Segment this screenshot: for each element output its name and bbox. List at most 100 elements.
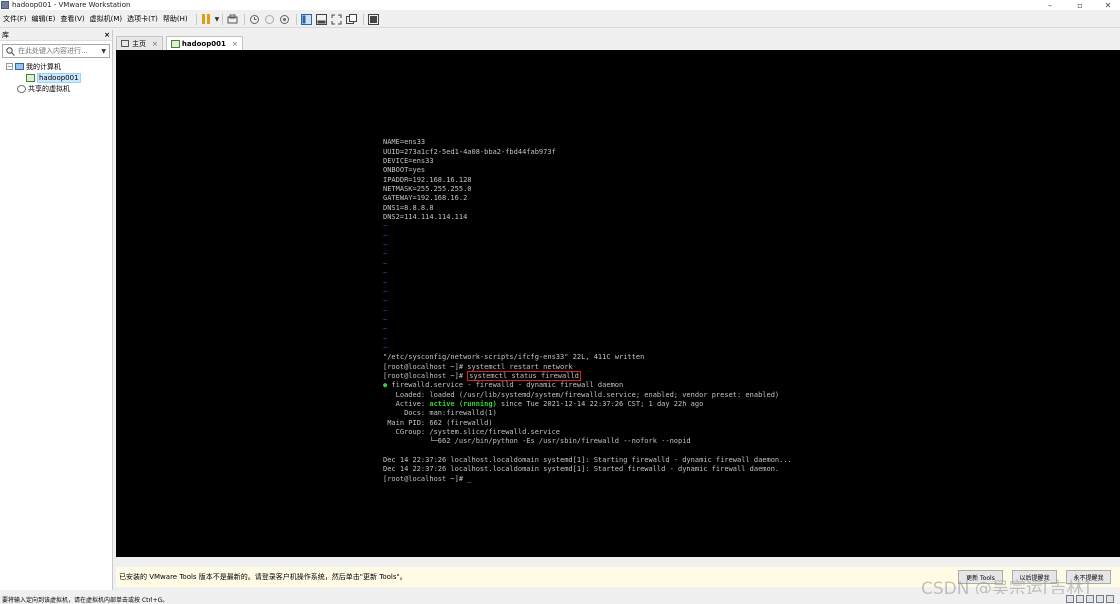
vim-tilde-line: ~ (383, 315, 388, 324)
status-bar: 要将输入定向到该虚拟机，请在虚拟机内部单击或按 Ctrl+G。 (0, 594, 1120, 604)
unity-button[interactable] (345, 13, 358, 26)
library-search-input[interactable] (18, 47, 96, 55)
menu-edit[interactable]: 编辑(E) (32, 14, 56, 24)
vim-tilde-line: ~ (383, 334, 388, 343)
config-line: NETMASK=255.255.255.0 (383, 185, 472, 194)
active-prefix: Active: (383, 399, 430, 408)
vim-tilde-line: ~ (383, 325, 388, 334)
tree-label-shared-vms: 共享的虚拟机 (28, 84, 70, 93)
vim-tilde-line: ~ (383, 297, 388, 306)
pause-icon (202, 14, 211, 24)
thumbnail-view-button[interactable] (315, 13, 328, 26)
toolbar-separator (222, 13, 224, 25)
tab-hadoop001[interactable]: hadoop001 × (165, 36, 243, 50)
vim-tilde-line: ~ (383, 259, 388, 268)
library-view-button[interactable] (300, 13, 313, 26)
log-line: Dec 14 22:37:26 localhost.localdomain sy… (383, 456, 792, 465)
toolbar-separator (296, 13, 298, 25)
file-written-line: "/etc/sysconfig/network-scripts/ifcfg-en… (383, 353, 645, 362)
vim-tilde-line: ~ (383, 231, 388, 240)
vim-tilde-line: ~ (383, 306, 388, 315)
pause-button[interactable] (200, 13, 213, 26)
pause-dropdown-chevron-icon[interactable]: ▼ (215, 16, 220, 23)
final-prompt: [root@localhost ~]# _ (383, 474, 472, 483)
loaded-line: Loaded: loaded (/usr/lib/systemd/system/… (383, 390, 780, 399)
config-line: DEVICE=ens33 (383, 157, 434, 166)
config-line: ONBOOT=yes (383, 166, 426, 175)
vmware-logo-icon (1, 1, 9, 9)
console-view-icon (368, 13, 380, 25)
shared-vm-icon (17, 84, 26, 93)
tab-home-close-icon[interactable]: × (152, 40, 158, 48)
window-title: hadoop001 - VMware Workstation (12, 1, 131, 9)
notification-icon[interactable] (1106, 595, 1114, 603)
config-line: GATEWAY=192.168.16.2 (383, 194, 468, 203)
menu-vm[interactable]: 虚拟机(M) (90, 14, 123, 24)
menu-view[interactable]: 查看(V) (60, 14, 84, 24)
snapshot-button[interactable] (248, 13, 261, 26)
highlighted-command: systemctl status firewalld (467, 370, 581, 381)
network-adapter-icon[interactable] (1086, 595, 1094, 603)
library-close-button[interactable]: × (104, 31, 110, 39)
unity-icon (346, 13, 358, 24)
tree-label-hadoop001: hadoop001 (37, 72, 81, 83)
cd-drive-icon[interactable] (1076, 595, 1084, 603)
search-icon (6, 46, 15, 56)
send-ctrl-alt-del-icon (227, 14, 238, 23)
vim-tilde-line: ~ (383, 250, 388, 259)
library-title: 库 (2, 31, 9, 39)
cgroup-child-line: └─662 /usr/bin/python -Es /usr/sbin/fire… (383, 437, 691, 446)
main-pid-line: Main PID: 662 (firewalld) (383, 418, 493, 427)
vim-tilde-line: ~ (383, 287, 388, 296)
tree-node-hadoop001[interactable]: hadoop001 (0, 72, 112, 83)
thumbnail-view-icon (316, 13, 328, 25)
shell-prompt: [root@localhost ~]# (383, 371, 468, 380)
active-suffix: since Tue 2021-12-14 22:37:26 CST; 1 day… (496, 399, 704, 408)
console-view-button[interactable] (367, 13, 380, 26)
menu-bar: 文件(F) 编辑(E) 查看(V) 虚拟机(M) 选项卡(T) 帮助(H) ▼ (0, 11, 1120, 28)
config-line: DNS1=8.8.8.8 (383, 203, 434, 212)
cgroup-line: CGroup: /system.slice/firewalld.service (383, 428, 561, 436)
tree-label-my-computer: 我的计算机 (26, 62, 61, 71)
vim-tilde-line: ~ (383, 269, 388, 278)
toolbar-separator (363, 13, 365, 25)
tab-strip: 主页 × hadoop001 × (116, 35, 246, 50)
vim-tilde-line: ~ (383, 222, 388, 231)
notification-text: 已安装的 VMware Tools 版本不是最新的。请登录客户机操作系统，然后单… (119, 573, 407, 581)
computer-icon (15, 63, 24, 70)
title-bar: hadoop001 - VMware Workstation – ▫ ✕ (0, 0, 1120, 10)
revert-snapshot-button[interactable] (263, 13, 276, 26)
tab-home[interactable]: 主页 × (116, 36, 163, 50)
snapshot-manager-icon (280, 14, 290, 24)
vmware-window: hadoop001 - VMware Workstation – ▫ ✕ 文件(… (0, 0, 1120, 604)
minimize-button[interactable]: – (1038, 0, 1062, 10)
tree-node-shared-vms[interactable]: 共享的虚拟机 (0, 83, 112, 94)
send-ctrl-alt-del-button[interactable] (226, 13, 239, 26)
library-search-box[interactable]: ▼ (2, 44, 110, 58)
fullscreen-button[interactable] (330, 13, 343, 26)
display-icon[interactable] (1096, 595, 1104, 603)
snapshot-manager-button[interactable] (278, 13, 291, 26)
hard-disk-icon[interactable] (1066, 595, 1074, 603)
service-header-line: ● firewalld.service - firewalld - dynami… (383, 381, 792, 390)
search-dropdown-chevron-icon[interactable]: ▼ (101, 48, 106, 55)
config-line: NAME=ens33 (383, 138, 426, 147)
docs-line: Docs: man:firewalld(1) (383, 409, 497, 418)
menu-file[interactable]: 文件(F) (3, 14, 27, 24)
close-button[interactable]: ✕ (1096, 0, 1120, 10)
toolbar-separator (244, 13, 246, 25)
library-panel: 库 × ▼ − 我的计算机 hadoop001 共享的虚拟机 (0, 30, 113, 590)
vm-icon (26, 73, 35, 82)
active-line: Active: active (running) since Tue 2021-… (383, 400, 792, 409)
log-line: Dec 14 22:37:26 localhost.localdomain sy… (383, 465, 780, 474)
menu-tabs[interactable]: 选项卡(T) (127, 14, 158, 24)
config-line: DNS2=114.114.114.114 (383, 213, 468, 222)
service-name: firewalld.service - firewalld - dynamic … (387, 381, 624, 390)
menu-help[interactable]: 帮助(H) (163, 14, 188, 24)
tree-node-my-computer[interactable]: − 我的计算机 (0, 61, 112, 72)
collapse-icon[interactable]: − (6, 63, 13, 70)
maximize-button[interactable]: ▫ (1068, 0, 1092, 10)
tab-hadoop001-close-icon[interactable]: × (232, 40, 238, 48)
vm-console[interactable]: NAME=ens33 UUID=273a1cf2-5ed1-4a08-bba2-f… (116, 50, 1120, 557)
